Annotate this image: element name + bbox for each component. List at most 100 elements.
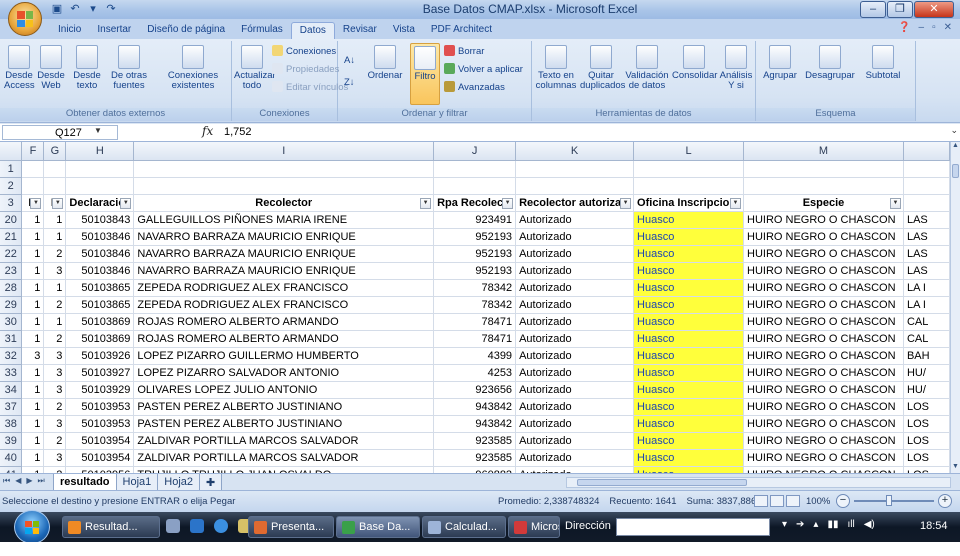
conexiones-button[interactable]: Conexiones	[272, 45, 336, 57]
cell-recolector[interactable]: ZALDIVAR PORTILLA MARCOS SALVADOR	[133, 449, 435, 467]
cell-oficina[interactable]: Huasco	[633, 398, 744, 416]
cell-recolector[interactable]: LOPEZ PIZARRO SALVADOR ANTONIO	[133, 364, 435, 382]
cell-declaracion[interactable]: 50103865	[65, 296, 135, 314]
row-header[interactable]: 28	[0, 279, 23, 297]
cell-especie[interactable]: HUIRO NEGRO O CHASCON	[743, 211, 904, 229]
filter-dropdown-icon[interactable]: ▼	[420, 197, 432, 209]
cell-oficina[interactable]: Huasco	[633, 381, 744, 399]
cell-autorizado[interactable]: Autorizado	[515, 330, 635, 348]
cell-n[interactable]: LOS	[903, 432, 950, 450]
cell-n[interactable]: LAS	[903, 262, 950, 280]
cell-n[interactable]: LOS	[903, 449, 950, 467]
cell-d[interactable]: 2	[43, 296, 67, 314]
cell-declaracion[interactable]: 50103846	[65, 262, 135, 280]
column-header-h[interactable]: H	[65, 142, 135, 161]
cell-rpa[interactable]: 78471	[433, 330, 517, 348]
editar-vinculos-button[interactable]: Editar vínculos	[272, 81, 348, 93]
row-header[interactable]: 22	[0, 245, 23, 263]
close-icon[interactable]: ✕	[914, 1, 954, 18]
tab-formulas[interactable]: Fórmulas	[233, 22, 291, 39]
cell-n[interactable]: LOS	[903, 415, 950, 433]
cell-declaracion[interactable]: 50103865	[65, 279, 135, 297]
minimize-icon[interactable]: –	[860, 1, 886, 18]
filter-dropdown-icon[interactable]: ▼	[889, 197, 901, 209]
cell-n[interactable]: LAS	[903, 245, 950, 263]
taskbar-item-microsoft[interactable]: Microsof...	[508, 516, 560, 538]
cell-declaracion[interactable]: 50103927	[65, 364, 135, 382]
cell-especie[interactable]: HUIRO NEGRO O CHASCON	[743, 381, 904, 399]
cell-rpa[interactable]: 4399	[433, 347, 517, 365]
formula-input[interactable]: 1,752	[224, 126, 252, 138]
cell-m[interactable]: 1	[21, 449, 45, 467]
cell-recolector[interactable]: ZEPEDA RODRIGUEZ ALEX FRANCISCO	[133, 296, 435, 314]
row-header[interactable]: 37	[0, 398, 23, 416]
cell-m[interactable]: 3	[21, 347, 45, 365]
cell-oficina[interactable]: Huasco	[633, 279, 744, 297]
address-dropdown-icon[interactable]: ▾	[782, 519, 787, 530]
next-sheet-icon[interactable]: ▶	[26, 476, 32, 486]
zoom-in-icon[interactable]: +	[938, 494, 952, 508]
cell-especie[interactable]: HUIRO NEGRO O CHASCON	[743, 432, 904, 450]
cell-rpa[interactable]: 943842	[433, 398, 517, 416]
cell-d[interactable]: 3	[43, 381, 67, 399]
cell-oficina[interactable]: Huasco	[633, 415, 744, 433]
cell-n[interactable]: LA I	[903, 296, 950, 314]
vertical-scrollbar[interactable]: ▲ ▼	[950, 142, 960, 473]
prev-sheet-icon[interactable]: ◀	[15, 476, 21, 486]
scroll-thumb[interactable]	[952, 164, 959, 178]
normal-view-icon[interactable]	[754, 495, 768, 507]
cell-rpa[interactable]: 952193	[433, 245, 517, 263]
internet-explorer-icon[interactable]	[214, 519, 228, 533]
cell-declaracion[interactable]: 50103929	[65, 381, 135, 399]
cell-declaracion[interactable]: 50103926	[65, 347, 135, 365]
cell-oficina[interactable]: Huasco	[633, 466, 744, 473]
row-header[interactable]: 30	[0, 313, 23, 331]
cell-rpa[interactable]: 4253	[433, 364, 517, 382]
row-header[interactable]: 1	[0, 160, 23, 178]
agrupar-button[interactable]: Agrupar	[760, 45, 800, 81]
analisis-button[interactable]: Análisis Y si	[718, 45, 754, 91]
cell-d[interactable]: 2	[43, 466, 67, 473]
cell-oficina[interactable]: Huasco	[633, 347, 744, 365]
go-arrow-icon[interactable]: ➔	[796, 519, 804, 530]
column-header-l[interactable]: L	[633, 142, 744, 161]
tab-revisar[interactable]: Revisar	[335, 22, 385, 39]
column-header-g[interactable]: G	[43, 142, 67, 161]
taskbar-item-base-datos[interactable]: Base Da...	[336, 516, 420, 538]
cell-declaracion[interactable]: 50103846	[65, 245, 135, 263]
cell-oficina[interactable]: Huasco	[633, 364, 744, 382]
cell-n[interactable]: CAL	[903, 313, 950, 331]
taskbar-item-presentacion[interactable]: Presenta...	[248, 516, 334, 538]
filter-dropdown-icon[interactable]: ▼	[52, 197, 64, 209]
cell-recolector[interactable]: ROJAS ROMERO ALBERTO ARMANDO	[133, 313, 435, 331]
cell-m[interactable]: 1	[21, 211, 45, 229]
filter-dropdown-icon[interactable]: ▼	[30, 197, 42, 209]
cell-recolector[interactable]: NAVARRO BARRAZA MAURICIO ENRIQUE	[133, 245, 435, 263]
dropdown-icon[interactable]: ▾	[86, 2, 100, 16]
cell-m[interactable]: 1	[21, 330, 45, 348]
cell-n[interactable]: LAS	[903, 228, 950, 246]
cell-autorizado[interactable]: Autorizado	[515, 245, 635, 263]
cell-recolector[interactable]: ZEPEDA RODRIGUEZ ALEX FRANCISCO	[133, 279, 435, 297]
save-icon[interactable]: ▣	[50, 2, 64, 16]
cell-m[interactable]: 1	[21, 296, 45, 314]
cell-especie[interactable]: HUIRO NEGRO O CHASCON	[743, 228, 904, 246]
row-header[interactable]: 29	[0, 296, 23, 314]
filter-dropdown-icon[interactable]: ▼	[620, 197, 632, 209]
cell-autorizado[interactable]: Autorizado	[515, 279, 635, 297]
cell-oficina[interactable]: Huasco	[633, 245, 744, 263]
expand-formula-icon[interactable]: ⌄	[950, 125, 958, 136]
cell-oficina[interactable]: Huasco	[633, 313, 744, 331]
cell-d[interactable]: 2	[43, 398, 67, 416]
avanzadas-button[interactable]: Avanzadas	[444, 81, 505, 93]
cell-autorizado[interactable]: Autorizado	[515, 262, 635, 280]
validacion-button[interactable]: Validación de datos	[624, 45, 670, 91]
cell-d[interactable]: 3	[43, 262, 67, 280]
cell-n[interactable]: HU/	[903, 364, 950, 382]
cell-especie[interactable]: HUIRO NEGRO O CHASCON	[743, 466, 904, 473]
cell-m[interactable]: 1	[21, 466, 45, 473]
cell-rpa[interactable]: 923656	[433, 381, 517, 399]
horizontal-scrollbar[interactable]	[566, 477, 951, 488]
volume-icon[interactable]: ◀)	[864, 519, 875, 530]
column-header-i[interactable]: I	[133, 142, 435, 161]
